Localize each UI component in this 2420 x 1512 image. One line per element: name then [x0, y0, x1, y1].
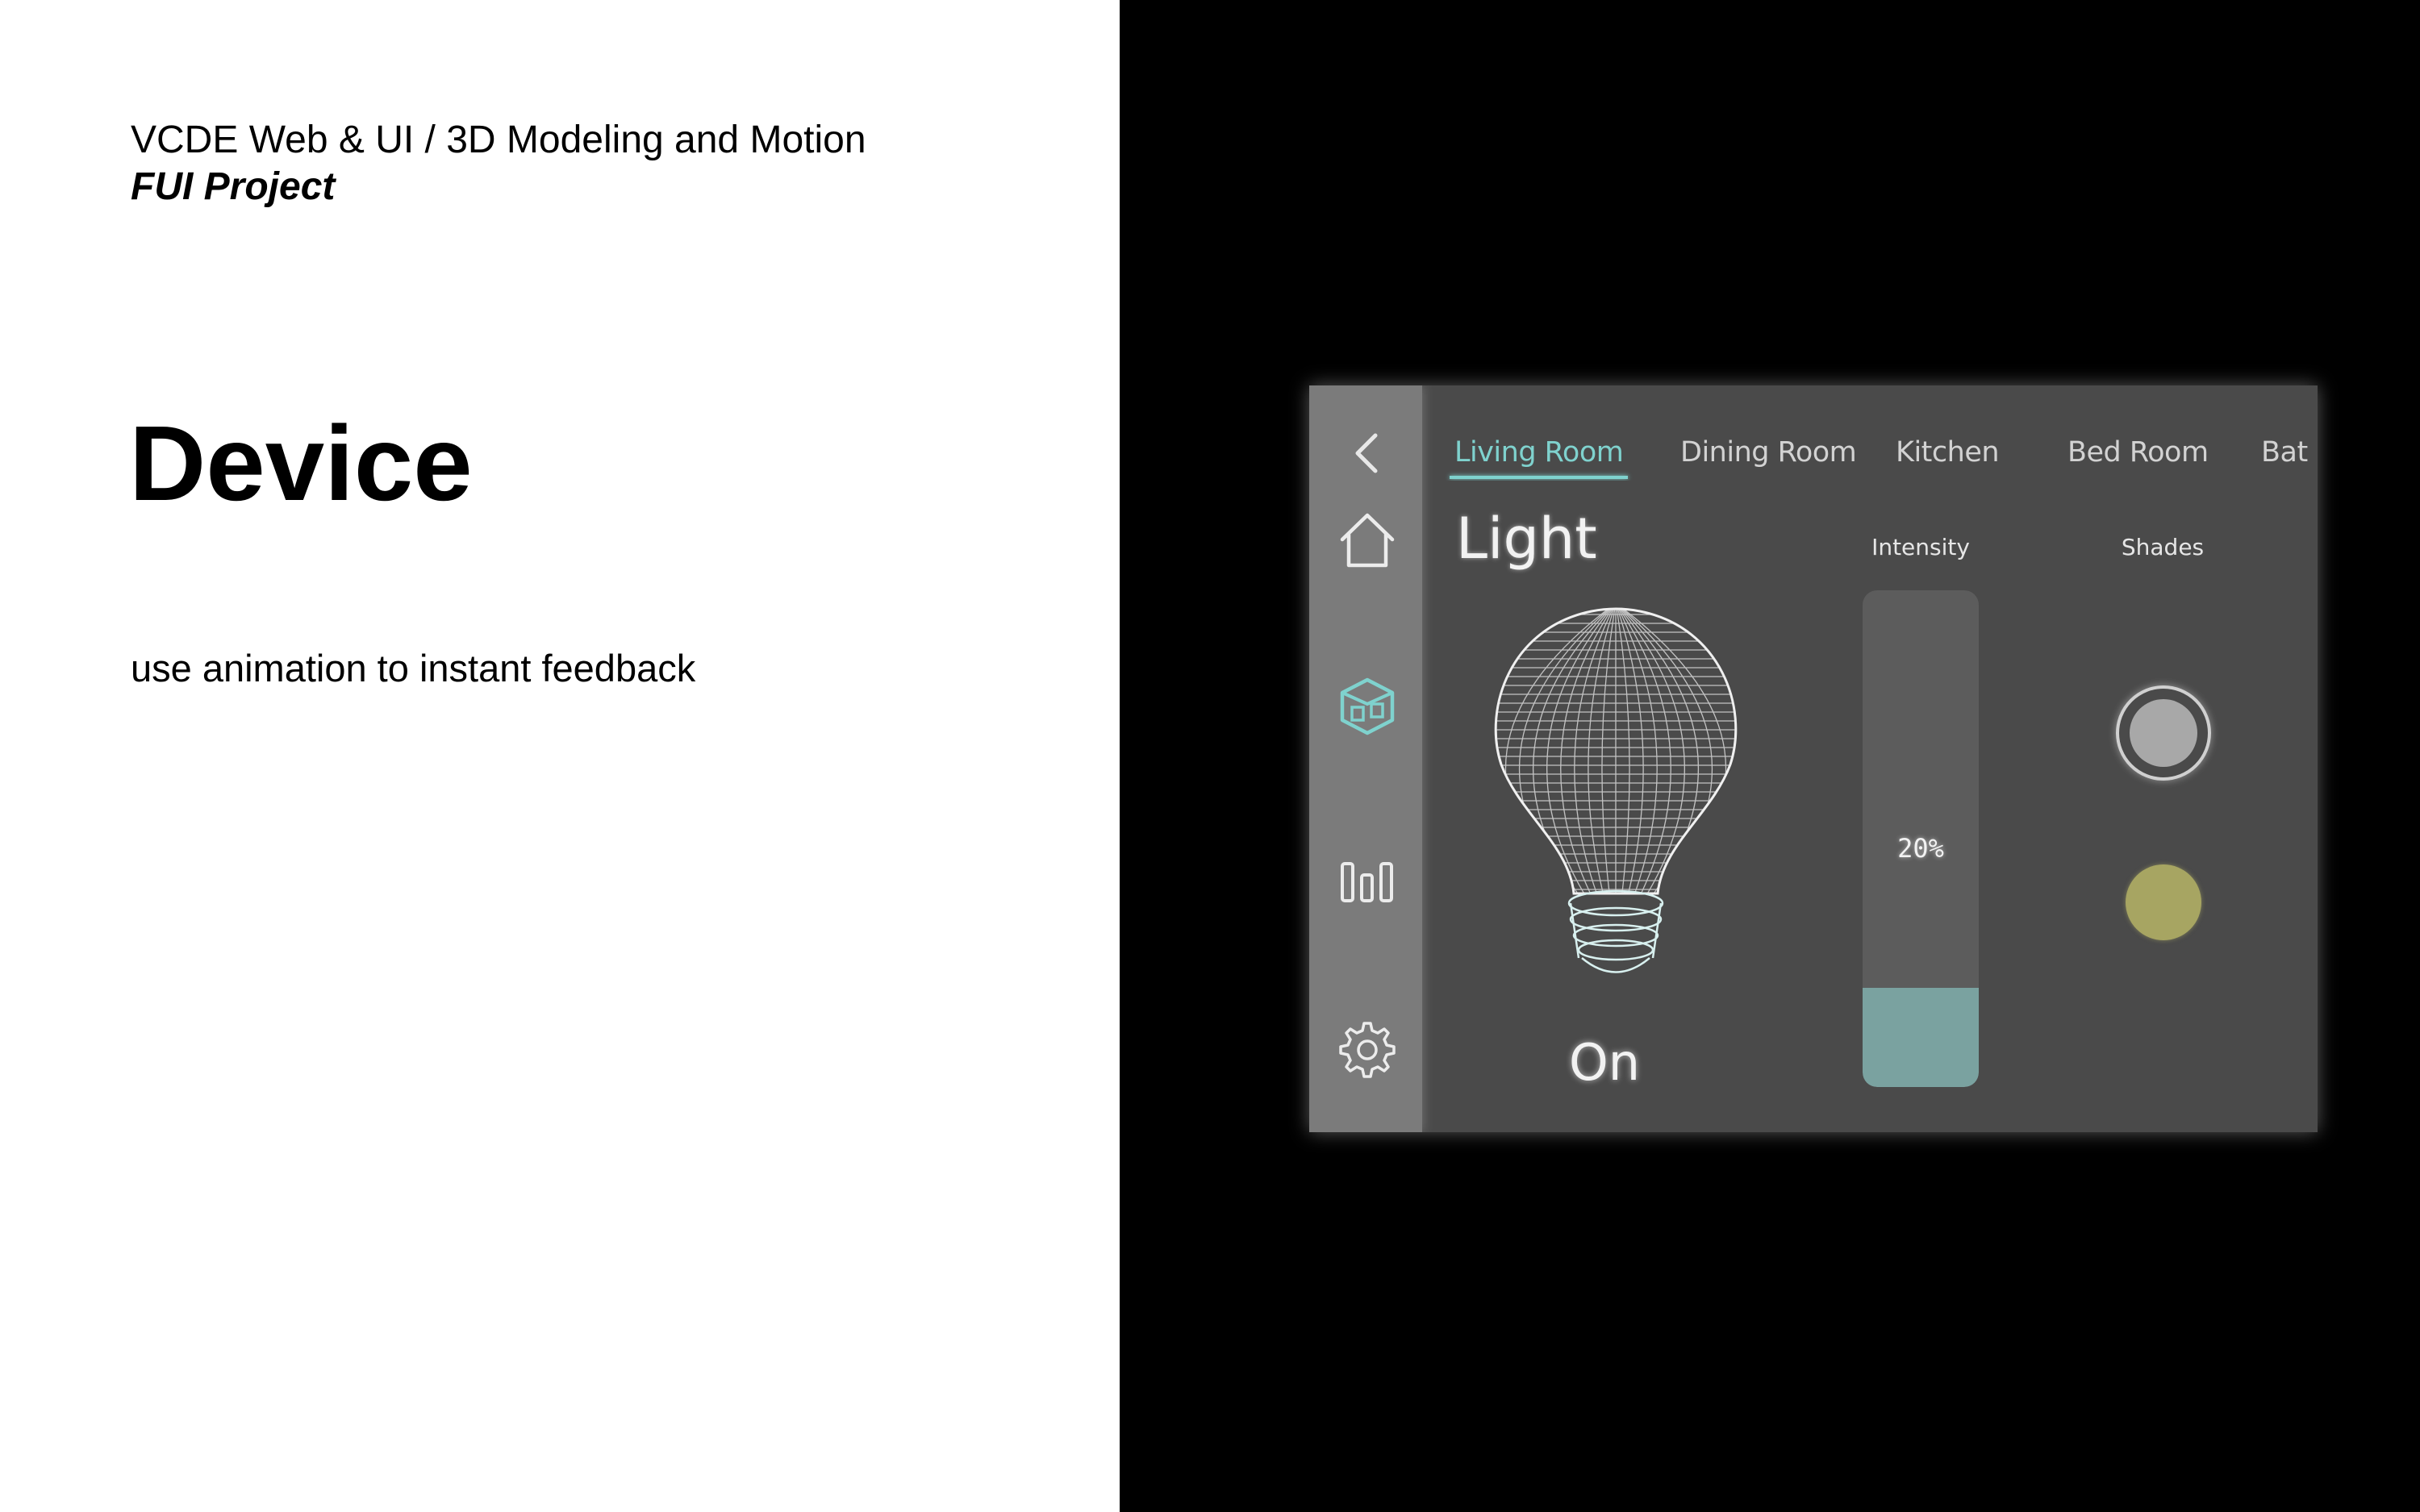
sidebar: [1309, 385, 1422, 1132]
shade-color-swatch[interactable]: [2126, 864, 2201, 940]
shades-toggle-knob: [2130, 699, 2197, 767]
intensity-fill: [1863, 987, 1979, 1087]
course-title: VCDE Web & UI / 3D Modeling and Motion: [131, 119, 866, 161]
bar-chart-icon: [1341, 862, 1393, 902]
tab-living-room[interactable]: Living Room: [1449, 432, 1629, 479]
chevron-left-icon: [1355, 433, 1378, 473]
project-title: FUI Project: [131, 165, 336, 208]
nav-settings[interactable]: [1333, 1016, 1401, 1084]
device-screen: Living Room Dining Room Kitchen Bed Room…: [1309, 385, 2318, 1132]
intensity-slider[interactable]: 20%: [1863, 590, 1979, 1087]
nav-home[interactable]: [1333, 506, 1401, 574]
tab-bed-room[interactable]: Bed Room: [2067, 432, 2209, 473]
nav-stats[interactable]: [1333, 843, 1401, 911]
nav-devices[interactable]: [1333, 673, 1401, 740]
home-icon: [1340, 513, 1395, 568]
preview-area: Living Room Dining Room Kitchen Bed Room…: [1120, 0, 2420, 1512]
intensity-value: 20%: [1897, 833, 1944, 864]
shades-toggle-button[interactable]: [2116, 685, 2211, 781]
section-title: Light: [1456, 506, 1597, 572]
tab-bathroom[interactable]: Bat: [2261, 432, 2308, 473]
light-bulb-toggle[interactable]: [1479, 603, 1753, 998]
description-text: use animation to instant feedback: [131, 647, 696, 689]
page-heading: Device: [129, 404, 473, 523]
back-button[interactable]: [1333, 419, 1401, 487]
tab-kitchen[interactable]: Kitchen: [1896, 432, 2000, 473]
room-tabs: Living Room Dining Room Kitchen Bed Room…: [1422, 432, 2318, 481]
tab-dining-room[interactable]: Dining Room: [1680, 432, 1857, 473]
gear-icon: [1339, 1022, 1396, 1078]
intensity-label: Intensity: [1871, 534, 1970, 560]
light-state-text: On: [1568, 1033, 1641, 1092]
cube-icon: [1340, 677, 1395, 735]
slide-info-panel: VCDE Web & UI / 3D Modeling and Motion F…: [0, 0, 1120, 1512]
shades-label: Shades: [2121, 534, 2205, 560]
